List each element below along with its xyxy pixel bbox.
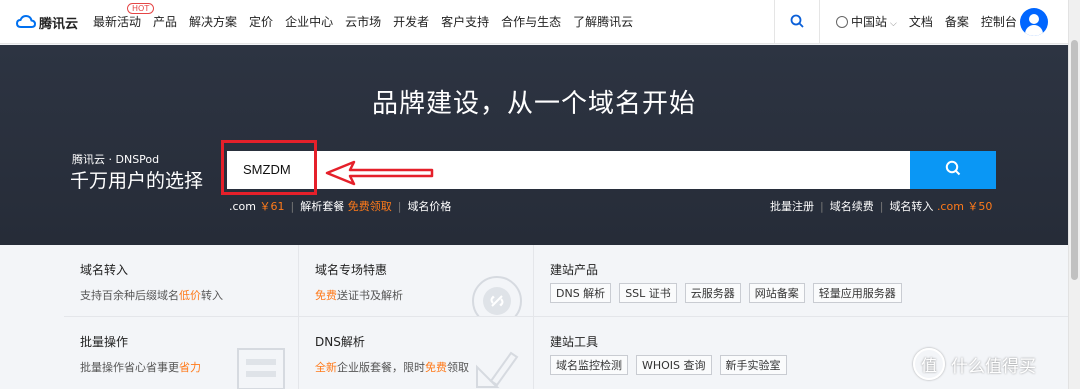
tag-ssl[interactable]: SSL 证书 xyxy=(619,283,677,303)
card-bulk-operations[interactable]: 批量操作 批量操作省心省事更省力 xyxy=(64,317,299,389)
tag-whois[interactable]: WHOIS 查询 xyxy=(636,355,712,375)
nav-docs-link[interactable]: 文档 xyxy=(909,13,933,30)
nav-console-link[interactable]: 控制台 xyxy=(981,13,1017,30)
chevron-down-icon: ⌵ xyxy=(890,19,897,29)
nav-item-developers[interactable]: 开发者 xyxy=(393,13,429,30)
com-price-link[interactable]: .com ￥61 xyxy=(229,200,285,213)
link-decoration-icon xyxy=(469,273,525,316)
nav-item-support[interactable]: 客户支持 xyxy=(441,13,489,30)
card-title: 域名转入 xyxy=(80,263,129,277)
search-icon xyxy=(790,13,804,32)
card-domain-special[interactable]: 域名专场特惠 免费送证书及解析 xyxy=(299,245,534,317)
card-desc: 支持百余种后缀域名低价转入 xyxy=(80,289,223,302)
tag-dns[interactable]: DNS 解析 xyxy=(550,283,612,303)
search-icon xyxy=(945,160,961,180)
search-sub-links-right: 批量注册 | 域名续费 | 域名转入 .com ￥50 xyxy=(770,200,993,213)
tag-cvm[interactable]: 云服务器 xyxy=(684,283,741,303)
card-title: 域名专场特惠 xyxy=(315,263,388,277)
tag-lighthouse[interactable]: 轻量应用服务器 xyxy=(812,283,902,303)
card-desc: 全新企业版套餐，限时免费领取 xyxy=(315,361,469,374)
smzdm-logo-icon: 值 xyxy=(913,348,945,380)
nav-item-enterprise[interactable]: 企业中心 xyxy=(285,13,333,30)
card-dns[interactable]: DNS解析 全新企业版套餐，限时免费领取 xyxy=(299,317,534,389)
globe-icon xyxy=(836,16,848,28)
cloud-logo-icon xyxy=(16,15,36,29)
region-selector[interactable]: 中国站 ⌵ xyxy=(836,13,897,30)
card-title: DNS解析 xyxy=(315,335,365,349)
watermark-text: 什么值得买 xyxy=(951,356,1036,377)
tag-beian[interactable]: 网站备案 xyxy=(748,283,805,303)
nav-beian-link[interactable]: 备案 xyxy=(945,13,969,30)
nav-item-marketplace[interactable]: 云市场 xyxy=(345,13,381,30)
logo-text: 腾讯云 xyxy=(39,16,79,32)
user-avatar[interactable] xyxy=(1020,8,1048,36)
transfer-link[interactable]: 域名转入 .com ￥50 xyxy=(889,200,992,213)
card-build-products: 建站产品 DNS 解析 SSL 证书 云服务器 网站备案 轻量应用服务器 xyxy=(534,245,1068,317)
bulk-register-link[interactable]: 批量注册 xyxy=(770,200,814,213)
nav-item-pricing[interactable]: 定价 xyxy=(249,13,273,30)
domain-search-input[interactable] xyxy=(243,162,743,177)
hot-badge: HOT xyxy=(127,3,155,14)
domain-price-link[interactable]: 域名价格 xyxy=(407,200,451,213)
nav-search-button[interactable] xyxy=(774,0,820,44)
hero-banner: 品牌建设，从一个域名开始 腾讯云 · DNSPod 千万用户的选择 .com ￥… xyxy=(0,45,1068,245)
annotation-arrow-icon xyxy=(324,158,436,192)
page-scrollbar[interactable] xyxy=(1068,0,1080,389)
nav-item-about[interactable]: 了解腾讯云 xyxy=(573,13,633,30)
smzdm-watermark: 值 什么值得买 xyxy=(913,348,1036,380)
nav-item-solutions[interactable]: 解决方案 xyxy=(189,13,237,30)
tag-newbie-lab[interactable]: 新手实验室 xyxy=(719,355,787,375)
list-decoration-icon xyxy=(236,347,286,389)
card-title: 建站产品 xyxy=(550,263,599,277)
annotation-highlight-box xyxy=(221,140,317,195)
pencil-ruler-decoration-icon xyxy=(471,347,521,389)
card-title: 批量操作 xyxy=(80,335,129,349)
tag-domain-monitor[interactable]: 域名监控检测 xyxy=(550,355,628,375)
brand-subtitle: 腾讯云 · DNSPod xyxy=(72,153,160,166)
nav-item-latest-activity[interactable]: 最新活动 HOT xyxy=(93,3,155,30)
card-title: 建站工具 xyxy=(550,335,599,349)
top-nav: 腾讯云 最新活动 HOT 产品 解决方案 定价 企业中心 云市场 开发者 客户支持… xyxy=(0,0,1068,44)
nav-item-products[interactable]: 产品 xyxy=(153,13,177,30)
renew-link[interactable]: 域名续费 xyxy=(830,200,874,213)
nav-item-partners[interactable]: 合作与生态 xyxy=(501,13,561,30)
tencent-cloud-logo[interactable]: 腾讯云 xyxy=(16,12,78,32)
scrollbar-thumb[interactable] xyxy=(1071,40,1078,280)
card-desc: 批量操作省心省事更省力 xyxy=(80,361,201,374)
hero-title: 品牌建设，从一个域名开始 xyxy=(371,89,696,119)
search-sub-links-left: .com ￥61 | 解析套餐 免费领取 | 域名价格 xyxy=(229,200,452,213)
brand-slogan: 千万用户的选择 xyxy=(70,170,204,192)
card-desc: 免费送证书及解析 xyxy=(315,289,403,302)
domain-search-button[interactable] xyxy=(910,151,996,189)
dns-package-link[interactable]: 解析套餐 免费领取 xyxy=(300,200,392,213)
card-domain-transfer[interactable]: 域名转入 支持百余种后缀域名低价转入 xyxy=(64,245,299,317)
